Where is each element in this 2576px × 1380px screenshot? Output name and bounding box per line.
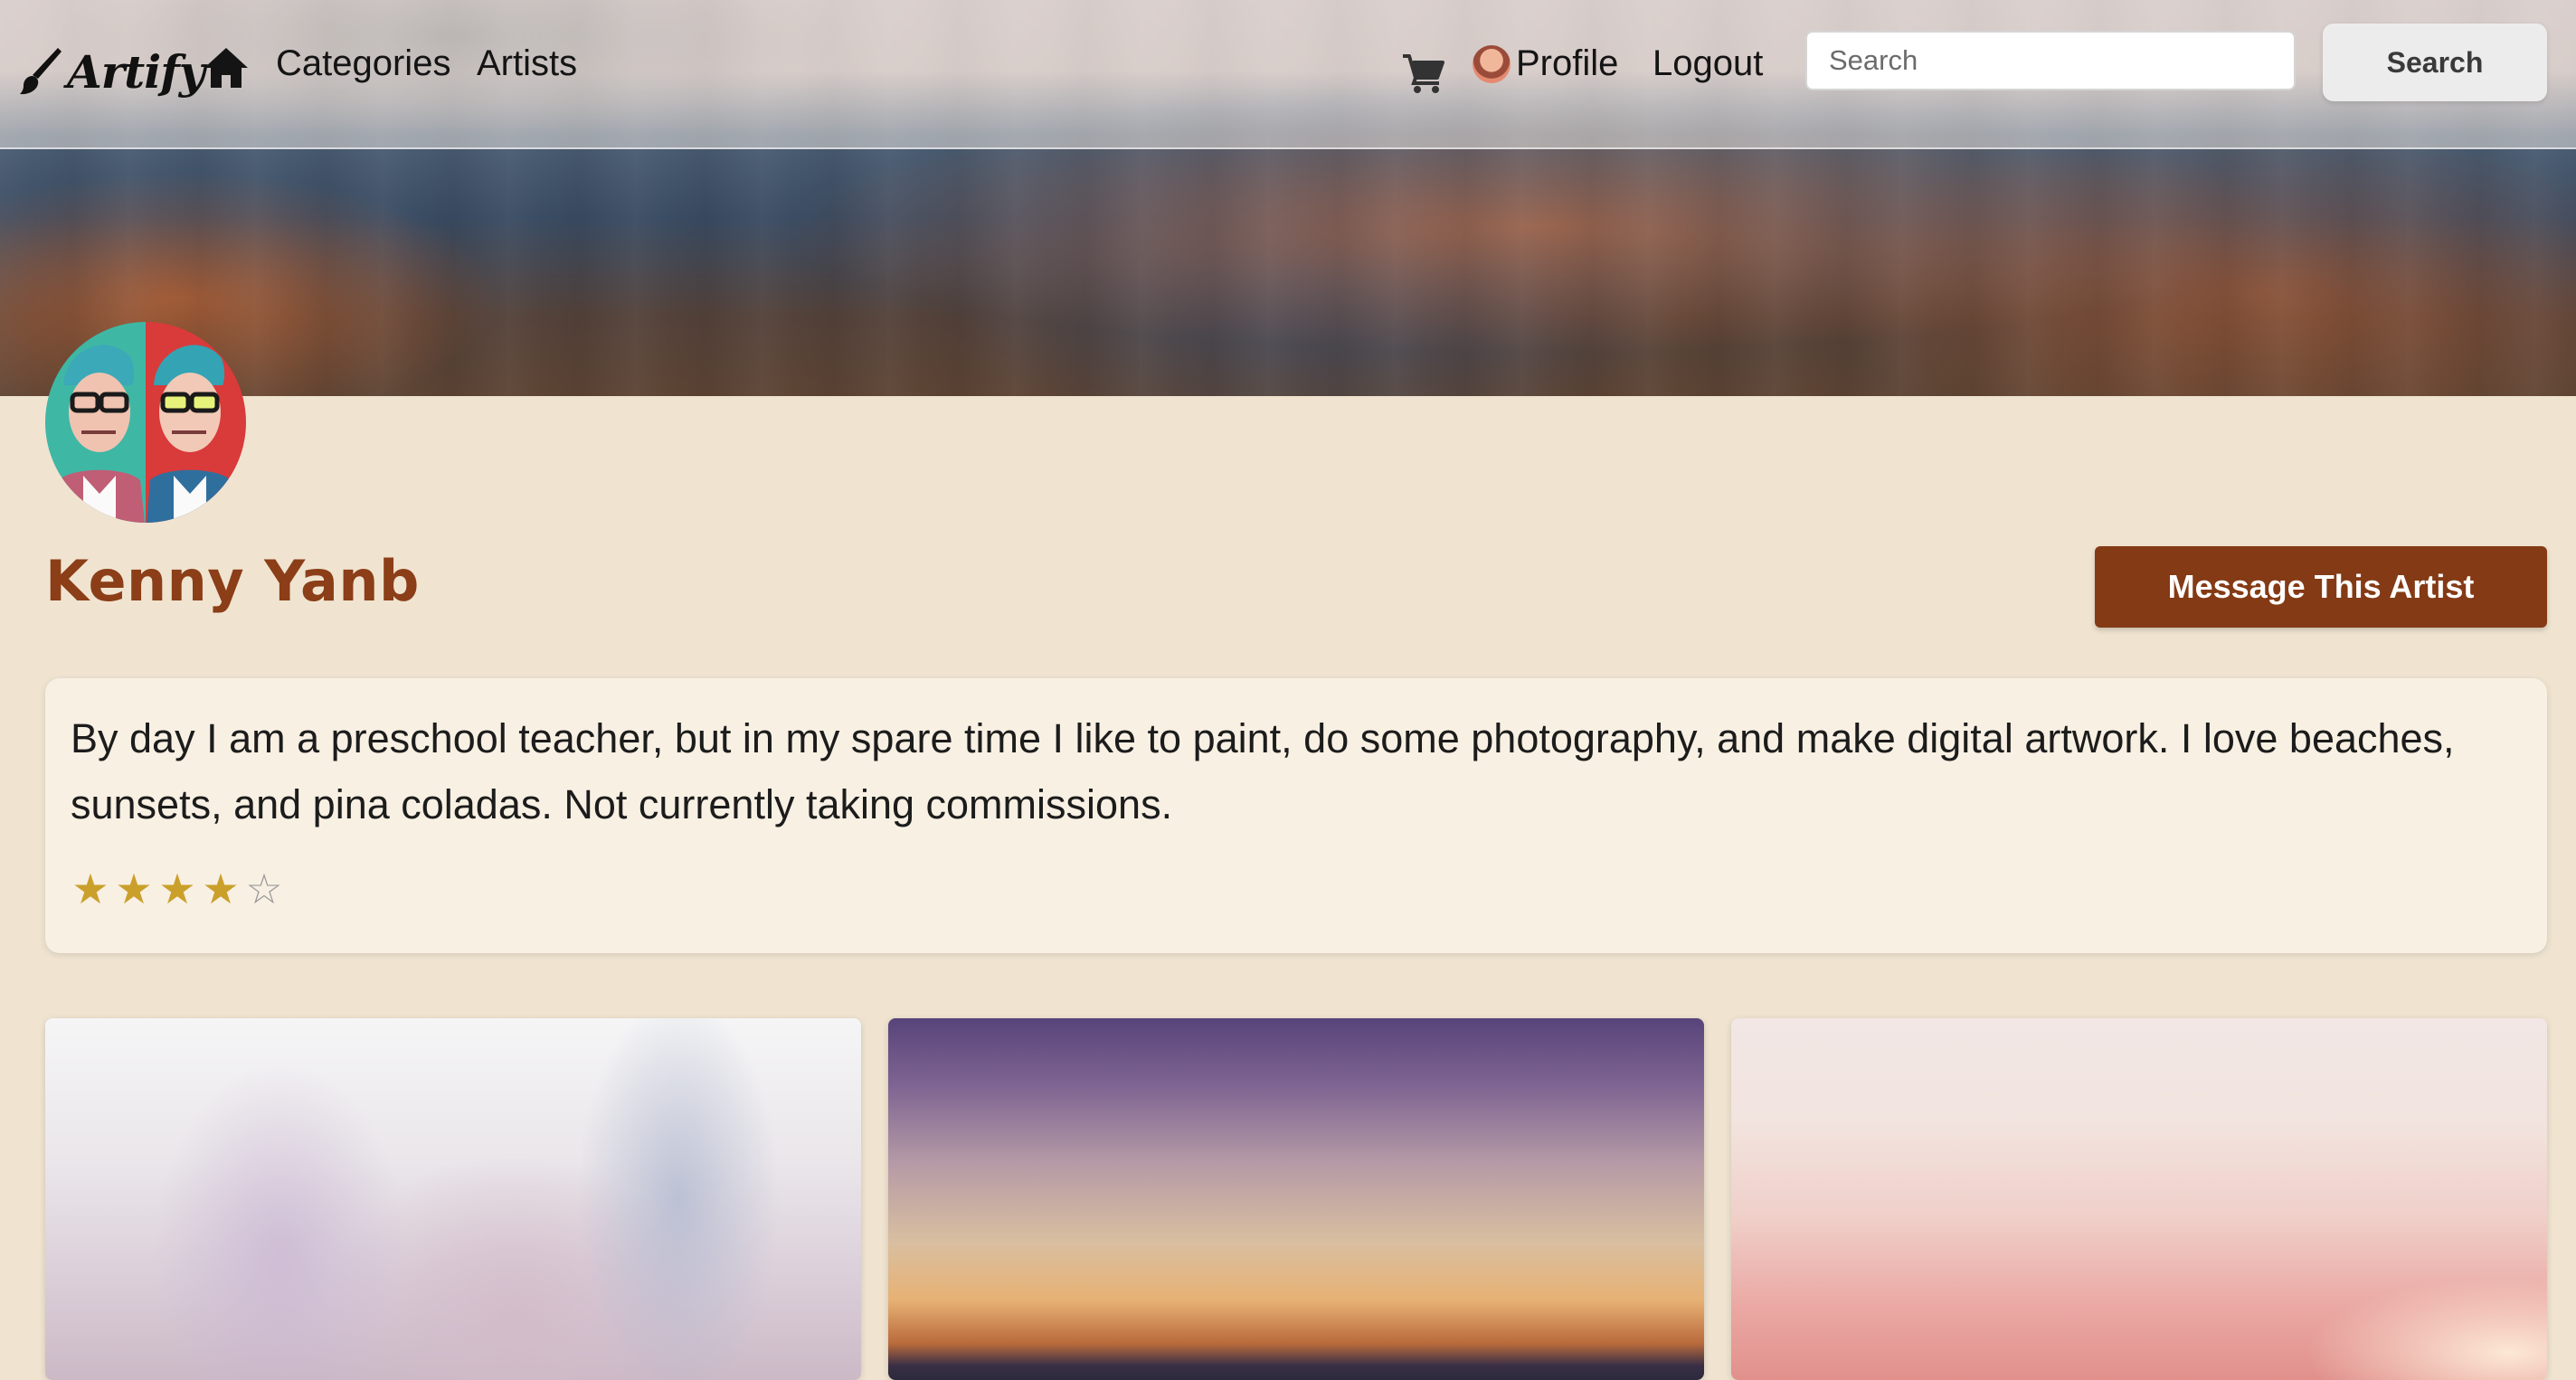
search-button[interactable]: Search xyxy=(2323,24,2547,101)
artist-avatar xyxy=(45,322,246,523)
star-icon: ★ xyxy=(115,865,153,912)
nav-profile-link[interactable]: Profile xyxy=(1473,43,1618,84)
paintbrush-icon xyxy=(20,48,62,95)
logo-wordmark: Artify xyxy=(67,44,205,99)
artist-rating: ★ ★ ★ ★ ☆ xyxy=(71,865,284,913)
artwork-card[interactable] xyxy=(45,1018,861,1380)
star-icon: ★ xyxy=(71,865,109,912)
nav-logout-link[interactable]: Logout xyxy=(1653,43,1763,84)
cart-icon[interactable] xyxy=(1401,52,1444,94)
nav-categories-link[interactable]: Categories xyxy=(276,43,450,84)
star-icon: ☆ xyxy=(245,865,283,912)
star-icon: ★ xyxy=(202,865,240,912)
artwork-card[interactable] xyxy=(888,1018,1704,1380)
home-icon[interactable] xyxy=(203,45,250,90)
top-navbar: Artify Categories Artists Profile Logout… xyxy=(0,0,2576,149)
nav-artists-link[interactable]: Artists xyxy=(477,43,577,84)
artist-bio-text: By day I am a preschool teacher, but in … xyxy=(71,715,2455,827)
artist-bio-card: By day I am a preschool teacher, but in … xyxy=(45,678,2547,953)
artwork-card[interactable] xyxy=(1731,1018,2547,1380)
user-avatar-icon xyxy=(1473,44,1511,83)
message-artist-button[interactable]: Message This Artist xyxy=(2095,546,2547,628)
profile-label: Profile xyxy=(1516,43,1619,83)
star-icon: ★ xyxy=(158,865,196,912)
artist-name: Kenny Yanb xyxy=(45,548,420,614)
artify-logo[interactable]: Artify xyxy=(20,40,205,103)
search-input[interactable] xyxy=(1805,31,2296,90)
